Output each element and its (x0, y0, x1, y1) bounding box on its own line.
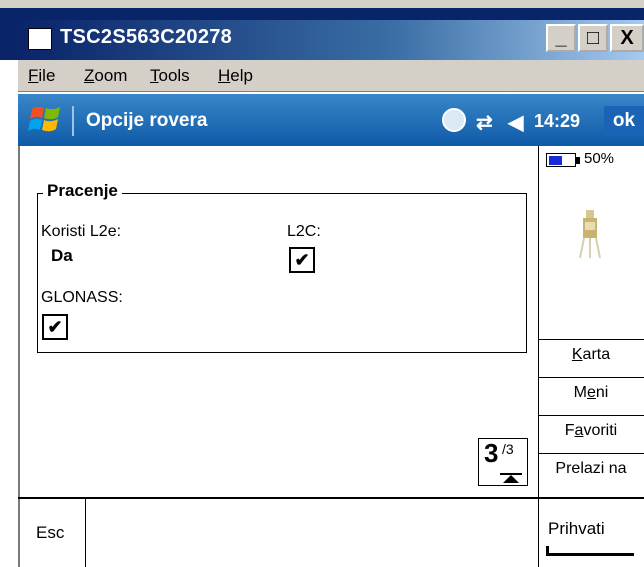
connectivity-icon[interactable]: ⇄ (476, 110, 493, 135)
tracking-groupbox (37, 193, 527, 353)
close-button[interactable]: X (610, 24, 644, 52)
page-total: /3 (502, 441, 514, 457)
meni-mnemonic: e (586, 384, 596, 401)
meni-button[interactable]: Meni (538, 377, 644, 408)
app-window-icon (28, 28, 52, 50)
window-title: TSC2S563C20278 (60, 26, 233, 48)
favoriti-button[interactable]: Favoriti (538, 415, 644, 446)
battery-level (549, 156, 562, 165)
accept-label: Prihvati (548, 519, 605, 538)
pda-divider (72, 106, 74, 136)
maximize-button[interactable]: □ (578, 24, 608, 52)
glonass-checkbox[interactable]: ✔ (42, 314, 68, 340)
menu-file-label: ile (38, 66, 56, 85)
page-up-arrow-icon (503, 475, 519, 483)
favoriti-label-start: F (564, 422, 575, 439)
favoriti-label-rest: voriti (583, 422, 618, 439)
menu-tools[interactable]: Tools (150, 66, 190, 86)
koristi-l2e-label: Koristi L2e: (41, 223, 122, 240)
menu-file-mnemonic: F (28, 66, 39, 85)
meni-label-rest: ni (595, 384, 609, 401)
menu-zoom[interactable]: Zoom (84, 66, 127, 86)
karta-mnemonic: K (571, 346, 583, 363)
sync-icon[interactable] (442, 108, 466, 132)
koristi-l2e-value[interactable]: Da (51, 246, 73, 266)
enter-key-tick (546, 546, 549, 556)
minimize-button[interactable]: _ (546, 24, 576, 52)
enter-key-underline (548, 553, 634, 556)
l2c-label: L2C: (287, 223, 321, 240)
menu-tools-label: ools (158, 66, 190, 85)
battery-percent: 50% (584, 150, 615, 167)
menu-help-mnemonic: H (218, 66, 231, 85)
meni-label-start: M (573, 384, 587, 401)
clock[interactable]: 14:29 (534, 111, 580, 132)
volume-icon[interactable]: ◀ (508, 110, 523, 135)
glonass-label: GLONASS: (41, 289, 123, 306)
menu-help[interactable]: Help (218, 66, 253, 86)
screen-title: Opcije rovera (86, 110, 208, 131)
menu-zoom-label: oom (94, 66, 128, 85)
rover-instrument-icon[interactable] (578, 208, 602, 260)
karta-label-rest: arta (582, 346, 611, 363)
group-title: Pracenje (43, 181, 122, 201)
windows-start-icon[interactable] (28, 103, 64, 137)
l2c-checkbox[interactable]: ✔ (289, 247, 315, 273)
menu-file[interactable]: File (28, 66, 55, 86)
battery-tip (576, 157, 580, 164)
menu-zoom-mnemonic: Z (84, 66, 95, 85)
menu-tools-mnemonic: T (150, 66, 159, 85)
ok-button[interactable]: ok (604, 106, 644, 136)
page-current: 3 (484, 438, 499, 468)
karta-button[interactable]: Karta (538, 339, 644, 370)
menu-help-label: elp (230, 66, 253, 85)
prelazi-na-button[interactable]: Prelazi na (538, 453, 644, 484)
esc-label: Esc (36, 523, 65, 542)
